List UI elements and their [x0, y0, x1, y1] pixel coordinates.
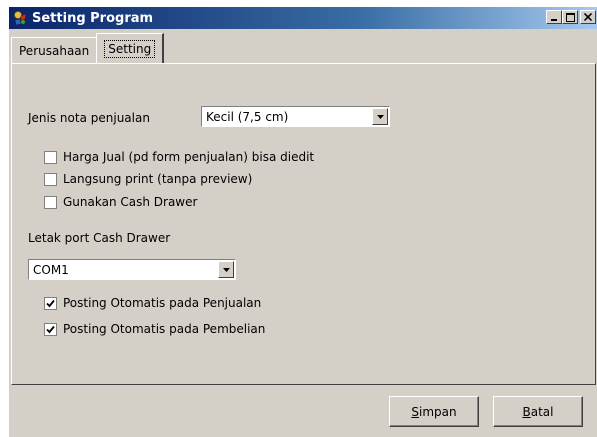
- posting-pembelian[interactable]: Posting Otomatis pada Pembelian: [44, 322, 265, 336]
- tab-strip: Perusahaan Setting: [11, 33, 165, 63]
- option-langsung-print[interactable]: Langsung print (tanpa preview): [44, 172, 252, 186]
- minimize-button[interactable]: [546, 10, 562, 24]
- maximize-icon: [565, 12, 575, 22]
- jenis-nota-dropdown-button[interactable]: [372, 108, 388, 125]
- jenis-nota-value: Kecil (7,5 cm): [206, 109, 289, 124]
- tab-perusahaan[interactable]: Perusahaan: [11, 37, 98, 63]
- cancel-button-mnemonic: B: [522, 404, 531, 419]
- maximize-button[interactable]: [562, 10, 578, 24]
- setting-panel: Jenis nota penjualan Kecil (7,5 cm) Harg…: [11, 63, 596, 385]
- port-value: COM1: [33, 262, 69, 277]
- posting-penjualan-label: Posting Otomatis pada Penjualan: [63, 296, 262, 310]
- chevron-down-icon: [376, 114, 384, 119]
- cancel-button-label: atal: [530, 404, 554, 419]
- option-harga-jual-label: Harga Jual (pd form penjualan) bisa died…: [63, 150, 315, 164]
- port-label: Letak port Cash Drawer: [28, 231, 171, 245]
- save-button-mnemonic: S: [411, 404, 419, 419]
- option-cash-drawer-checkbox[interactable]: [44, 195, 57, 209]
- setting-window: Setting Program Perusahaan Setting Jenis…: [8, 6, 597, 437]
- minimize-icon: [551, 19, 557, 21]
- option-langsung-print-checkbox[interactable]: [44, 172, 57, 186]
- close-button[interactable]: [580, 10, 596, 24]
- option-cash-drawer[interactable]: Gunakan Cash Drawer: [44, 195, 197, 209]
- port-combo[interactable]: COM1: [28, 259, 236, 280]
- cancel-button[interactable]: Batal: [493, 396, 583, 427]
- tab-setting[interactable]: Setting: [96, 33, 165, 63]
- window-controls: [546, 10, 596, 24]
- jenis-nota-combo[interactable]: Kecil (7,5 cm): [201, 106, 390, 127]
- title-bar[interactable]: Setting Program: [9, 7, 597, 29]
- posting-penjualan-checkbox[interactable]: [44, 296, 57, 310]
- option-harga-jual[interactable]: Harga Jual (pd form penjualan) bisa died…: [44, 150, 314, 164]
- port-dropdown-button[interactable]: [218, 261, 234, 278]
- save-button-label: impan: [419, 404, 457, 419]
- option-cash-drawer-label: Gunakan Cash Drawer: [63, 195, 198, 209]
- option-langsung-print-label: Langsung print (tanpa preview): [63, 172, 253, 186]
- save-button[interactable]: Simpan: [389, 396, 479, 427]
- window-title: Setting Program: [32, 10, 154, 26]
- program-icon: [12, 10, 28, 26]
- checkmark-icon: [46, 325, 55, 333]
- posting-penjualan[interactable]: Posting Otomatis pada Penjualan: [44, 296, 261, 310]
- posting-pembelian-checkbox[interactable]: [44, 322, 57, 336]
- jenis-nota-label: Jenis nota penjualan: [28, 111, 150, 125]
- tab-label: Perusahaan: [19, 43, 90, 58]
- chevron-down-icon: [222, 267, 230, 272]
- checkmark-icon: [46, 299, 55, 307]
- option-harga-jual-checkbox[interactable]: [44, 150, 57, 164]
- posting-pembelian-label: Posting Otomatis pada Pembelian: [63, 322, 266, 336]
- tab-label: Setting: [104, 39, 156, 58]
- close-icon: [584, 13, 592, 21]
